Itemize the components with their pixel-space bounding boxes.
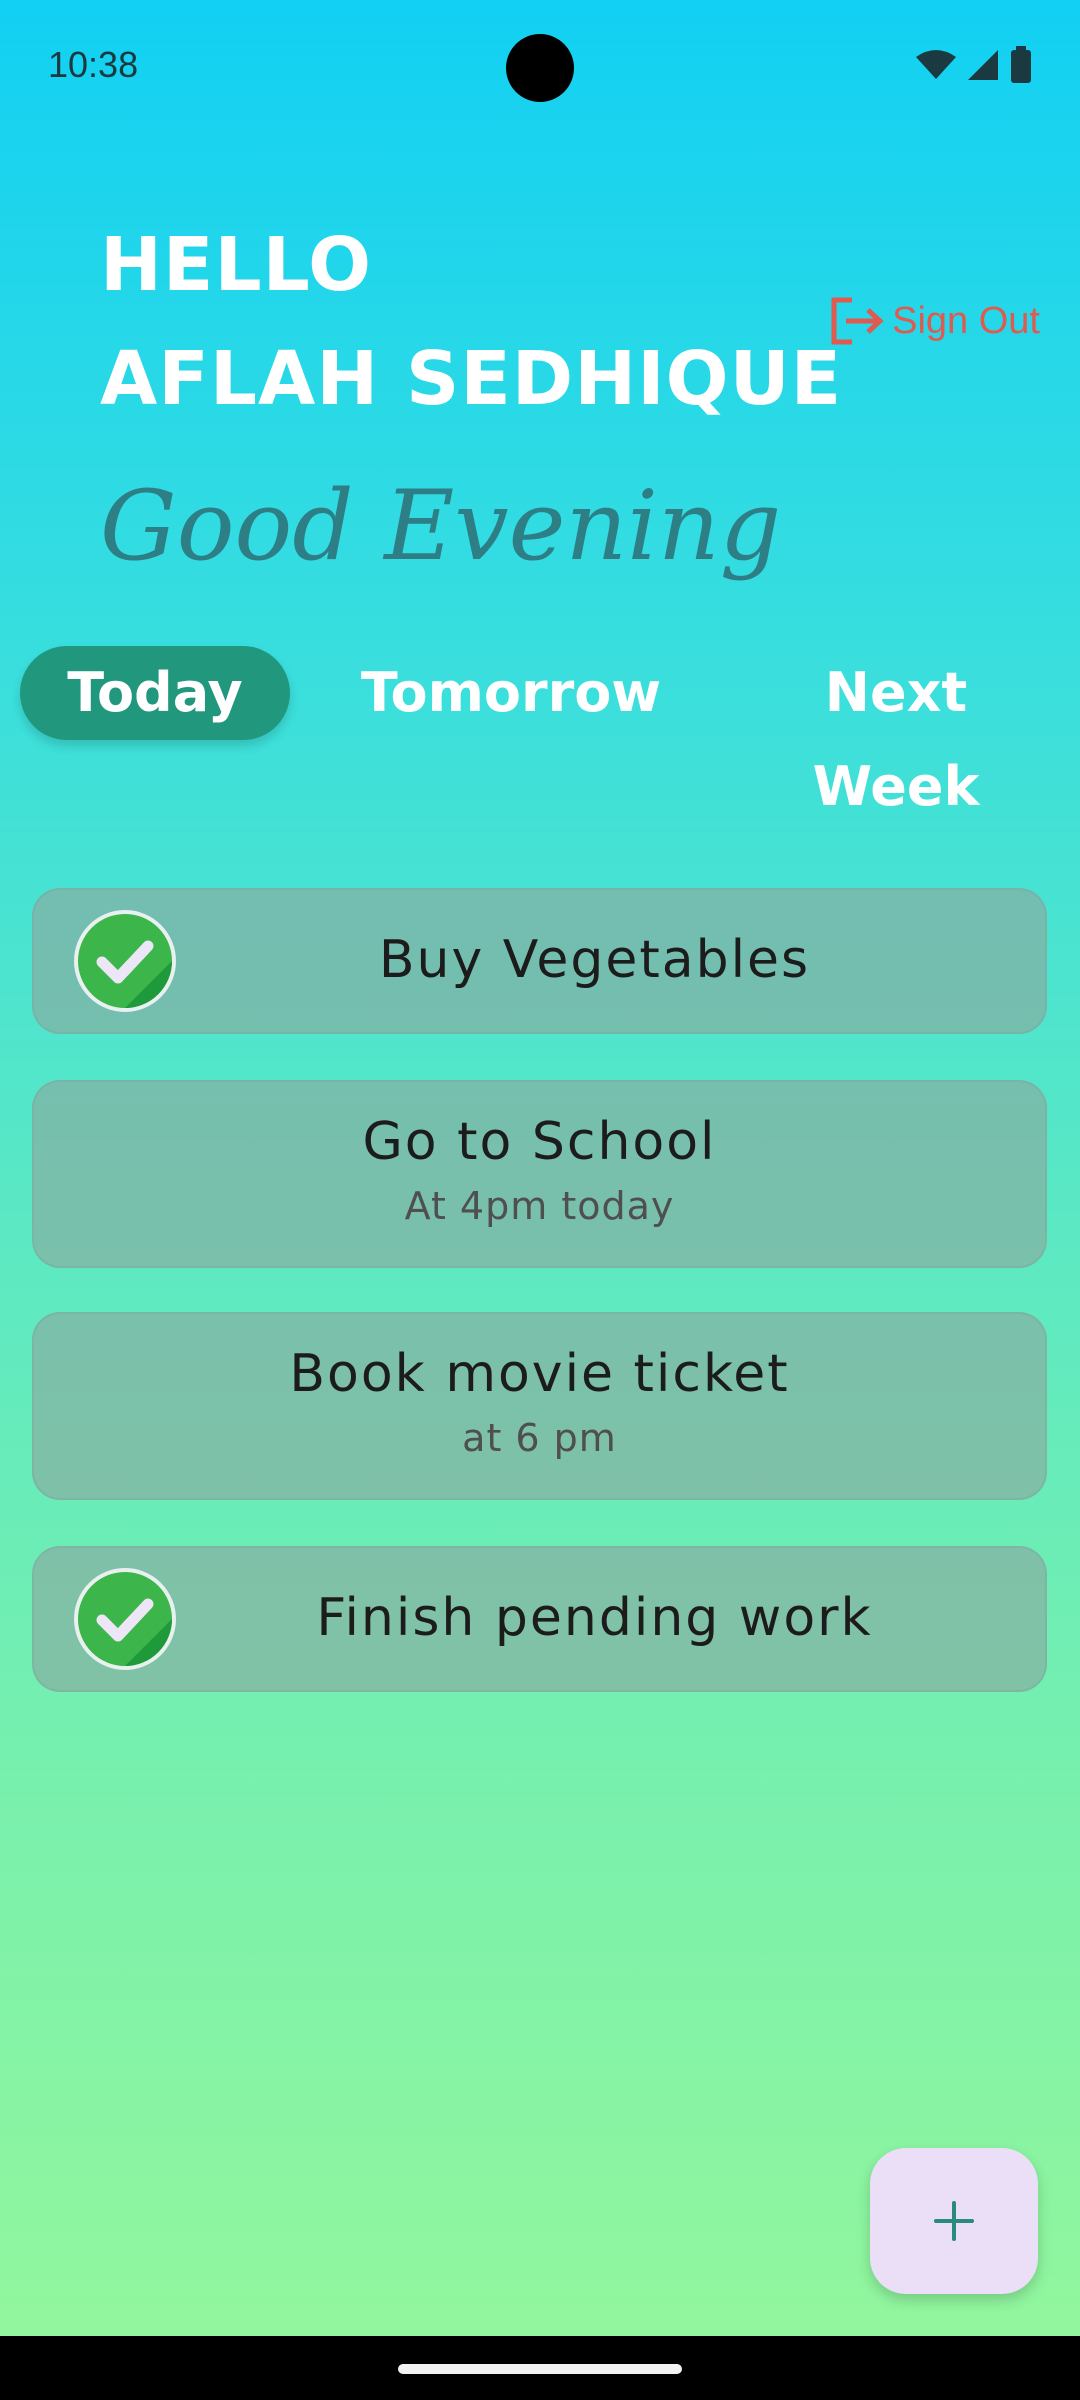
task-title: Book movie ticket [289,1344,790,1404]
task-title: Go to School [362,1112,717,1172]
greeting-text: Good Evening [100,470,782,582]
plus-icon [934,2201,974,2241]
battery-icon [1011,46,1031,83]
task-subtitle: At 4pm today [404,1184,675,1228]
tab-tomorrow[interactable]: Tomorrow [346,646,676,740]
camera-cutout [506,34,574,102]
task-title: Finish pending work [316,1588,873,1648]
task-card[interactable]: Finish pending work [32,1546,1047,1692]
task-subtitle: at 6 pm [462,1416,617,1460]
status-icons [916,46,1032,84]
user-name: AFLAH SEDHIQUE [100,336,843,422]
status-time: 10:38 [48,44,139,85]
logout-icon [831,297,884,345]
wifi-icon [916,50,956,79]
task-title: Buy Vegetables [378,930,811,990]
sign-out-label: Sign Out [892,299,1040,342]
tab-next-week[interactable]: Next Week [732,646,1060,818]
tab-today[interactable]: Today [20,646,290,740]
task-card[interactable]: Go to School At 4pm today [32,1080,1047,1268]
status-bar: 10:38 [0,0,1080,140]
add-task-button[interactable] [870,2148,1038,2294]
hello-heading: HELLO [100,222,373,308]
day-tabs: Today Tomorrow Next Week [20,646,1060,818]
sign-out-button[interactable]: Sign Out [830,296,1040,346]
home-gesture-handle[interactable] [398,2364,682,2374]
task-card[interactable]: Book movie ticket at 6 pm [32,1312,1047,1500]
signal-icon [968,50,998,80]
task-card[interactable]: Buy Vegetables [32,888,1047,1034]
